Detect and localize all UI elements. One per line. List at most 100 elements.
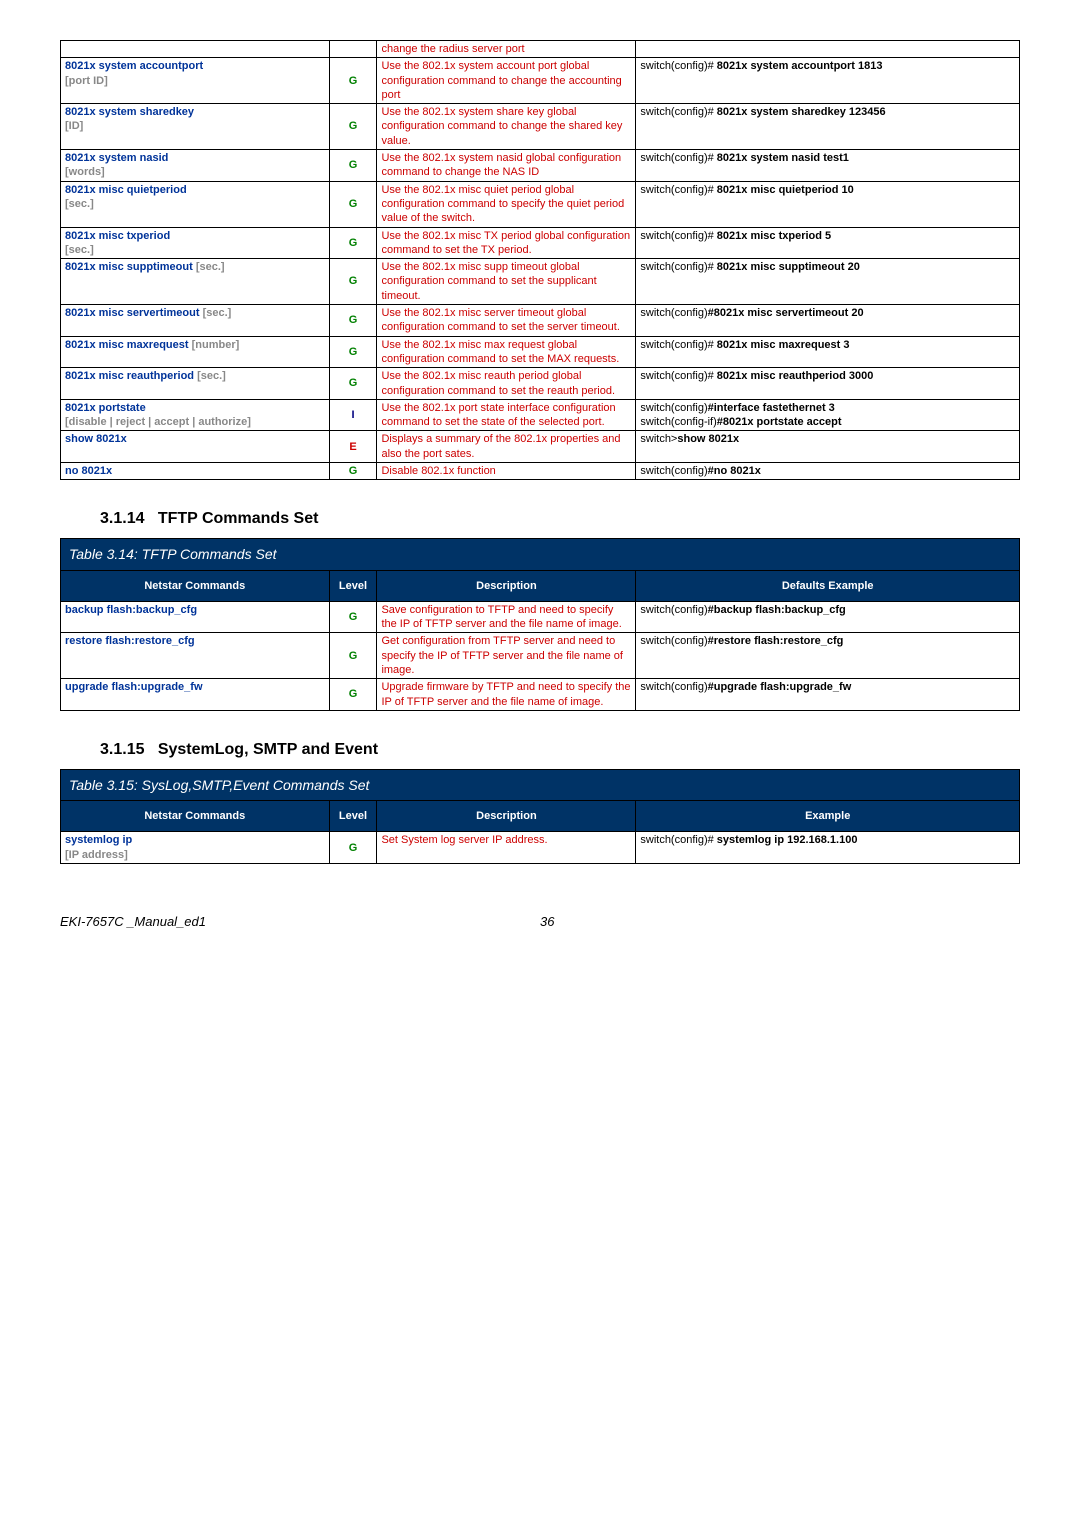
header-example: Example bbox=[636, 801, 1020, 832]
description-cell: Use the 802.1x system nasid global confi… bbox=[377, 150, 636, 182]
level-cell: G bbox=[329, 150, 377, 182]
section-14-heading: 3.1.14 TFTP Commands Set bbox=[100, 510, 1020, 528]
command-cell bbox=[61, 41, 330, 58]
header-level: Level bbox=[329, 801, 377, 832]
level-cell: I bbox=[329, 399, 377, 431]
command-cell: show 8021x bbox=[61, 431, 330, 463]
level-cell: G bbox=[329, 104, 377, 150]
example-cell: switch(config)# 8021x system nasid test1 bbox=[636, 150, 1020, 182]
example-cell: switch(config)# 8021x misc reauthperiod … bbox=[636, 368, 1020, 400]
table-syslog: Table 3.15: SysLog,SMTP,Event Commands S… bbox=[60, 769, 1020, 864]
command-cell: no 8021x bbox=[61, 463, 330, 480]
table-title: Table 3.15: SysLog,SMTP,Event Commands S… bbox=[61, 769, 1020, 800]
command-cell: upgrade flash:upgrade_fw bbox=[61, 679, 330, 711]
table-row: 8021x misc txperiod[sec.]GUse the 802.1x… bbox=[61, 227, 1020, 259]
level-cell: G bbox=[329, 463, 377, 480]
example-cell: switch(config)# 8021x misc quietperiod 1… bbox=[636, 181, 1020, 227]
example-cell: switch(config)#backup flash:backup_cfg bbox=[636, 601, 1020, 633]
command-cell: 8021x misc txperiod[sec.] bbox=[61, 227, 330, 259]
example-cell: switch(config)# systemlog ip 192.168.1.1… bbox=[636, 832, 1020, 864]
command-cell: backup flash:backup_cfg bbox=[61, 601, 330, 633]
example-cell: switch>show 8021x bbox=[636, 431, 1020, 463]
command-cell: 8021x system accountport[port ID] bbox=[61, 58, 330, 104]
table-title: Table 3.14: TFTP Commands Set bbox=[61, 539, 1020, 570]
table-row: show 8021xEDisplays a summary of the 802… bbox=[61, 431, 1020, 463]
description-cell: Save configuration to TFTP and need to s… bbox=[377, 601, 636, 633]
table-header-row: Netstar Commands Level Description Defau… bbox=[61, 570, 1020, 601]
example-cell: switch(config)# 8021x misc maxrequest 3 bbox=[636, 336, 1020, 368]
table-row: restore flash:restore_cfgGGet configurat… bbox=[61, 633, 1020, 679]
example-cell: switch(config)# 8021x misc supptimeout 2… bbox=[636, 259, 1020, 305]
table-tftp: Table 3.14: TFTP Commands Set Netstar Co… bbox=[60, 538, 1020, 711]
level-cell: G bbox=[329, 58, 377, 104]
table-row: upgrade flash:upgrade_fwGUpgrade firmwar… bbox=[61, 679, 1020, 711]
table-row: 8021x system accountport[port ID]GUse th… bbox=[61, 58, 1020, 104]
example-cell: switch(config)#no 8021x bbox=[636, 463, 1020, 480]
header-cmd: Netstar Commands bbox=[61, 801, 330, 832]
table-row: 8021x misc servertimeout [sec.]GUse the … bbox=[61, 305, 1020, 337]
table-row: 8021x system nasid[words]GUse the 802.1x… bbox=[61, 150, 1020, 182]
command-cell: systemlog ip[IP address] bbox=[61, 832, 330, 864]
header-level: Level bbox=[329, 570, 377, 601]
description-cell: Use the 802.1x system share key global c… bbox=[377, 104, 636, 150]
command-cell: 8021x portstate[disable | reject | accep… bbox=[61, 399, 330, 431]
example-cell: switch(config)#8021x misc servertimeout … bbox=[636, 305, 1020, 337]
header-desc: Description bbox=[377, 570, 636, 601]
description-cell: Use the 802.1x misc quiet period global … bbox=[377, 181, 636, 227]
description-cell: Set System log server IP address. bbox=[377, 832, 636, 864]
level-cell bbox=[329, 41, 377, 58]
command-cell: 8021x misc reauthperiod [sec.] bbox=[61, 368, 330, 400]
header-desc: Description bbox=[377, 801, 636, 832]
description-cell: Use the 802.1x misc server timeout globa… bbox=[377, 305, 636, 337]
description-cell: Use the 802.1x port state interface conf… bbox=[377, 399, 636, 431]
command-cell: 8021x misc maxrequest [number] bbox=[61, 336, 330, 368]
level-cell: G bbox=[329, 633, 377, 679]
footer-doc-title: EKI-7657C _Manual_ed1 bbox=[60, 914, 540, 929]
example-cell: switch(config)# 8021x misc txperiod 5 bbox=[636, 227, 1020, 259]
description-cell: Disable 802.1x function bbox=[377, 463, 636, 480]
example-cell: switch(config)# 8021x system sharedkey 1… bbox=[636, 104, 1020, 150]
table-row: systemlog ip[IP address]GSet System log … bbox=[61, 832, 1020, 864]
example-cell: switch(config)#restore flash:restore_cfg bbox=[636, 633, 1020, 679]
example-cell: switch(config)#interface fastethernet 3s… bbox=[636, 399, 1020, 431]
table-row: backup flash:backup_cfgGSave configurati… bbox=[61, 601, 1020, 633]
description-cell: Get configuration from TFTP server and n… bbox=[377, 633, 636, 679]
description-cell: Use the 802.1x misc max request global c… bbox=[377, 336, 636, 368]
command-cell: restore flash:restore_cfg bbox=[61, 633, 330, 679]
description-cell: Use the 802.1x misc TX period global con… bbox=[377, 227, 636, 259]
level-cell: G bbox=[329, 832, 377, 864]
command-cell: 8021x system sharedkey[ID] bbox=[61, 104, 330, 150]
table-row: 8021x misc reauthperiod [sec.]GUse the 8… bbox=[61, 368, 1020, 400]
description-cell: change the radius server port bbox=[377, 41, 636, 58]
example-cell: switch(config)#upgrade flash:upgrade_fw bbox=[636, 679, 1020, 711]
table-row: 8021x misc maxrequest [number]GUse the 8… bbox=[61, 336, 1020, 368]
command-cell: 8021x system nasid[words] bbox=[61, 150, 330, 182]
level-cell: G bbox=[329, 601, 377, 633]
description-cell: Use the 802.1x misc supp timeout global … bbox=[377, 259, 636, 305]
table-header-row: Netstar Commands Level Description Examp… bbox=[61, 801, 1020, 832]
table-row: 8021x misc supptimeout [sec.]GUse the 80… bbox=[61, 259, 1020, 305]
description-cell: Use the 802.1x misc reauth period global… bbox=[377, 368, 636, 400]
level-cell: G bbox=[329, 336, 377, 368]
header-example: Defaults Example bbox=[636, 570, 1020, 601]
table-row: 8021x system sharedkey[ID]GUse the 802.1… bbox=[61, 104, 1020, 150]
level-cell: G bbox=[329, 368, 377, 400]
example-cell: switch(config)# 8021x system accountport… bbox=[636, 58, 1020, 104]
command-cell: 8021x misc quietperiod [sec.] bbox=[61, 181, 330, 227]
section-15-heading: 3.1.15 SystemLog, SMTP and Event bbox=[100, 741, 1020, 759]
description-cell: Upgrade firmware by TFTP and need to spe… bbox=[377, 679, 636, 711]
table-8021x: change the radius server port8021x syste… bbox=[60, 40, 1020, 480]
level-cell: G bbox=[329, 679, 377, 711]
description-cell: Use the 802.1x system account port globa… bbox=[377, 58, 636, 104]
footer-page-number: 36 bbox=[540, 914, 554, 929]
table-row: 8021x portstate[disable | reject | accep… bbox=[61, 399, 1020, 431]
header-cmd: Netstar Commands bbox=[61, 570, 330, 601]
page-footer: EKI-7657C _Manual_ed1 36 bbox=[60, 914, 1020, 929]
table-row: change the radius server port bbox=[61, 41, 1020, 58]
level-cell: G bbox=[329, 227, 377, 259]
command-cell: 8021x misc supptimeout [sec.] bbox=[61, 259, 330, 305]
example-cell bbox=[636, 41, 1020, 58]
command-cell: 8021x misc servertimeout [sec.] bbox=[61, 305, 330, 337]
level-cell: G bbox=[329, 305, 377, 337]
description-cell: Displays a summary of the 802.1x propert… bbox=[377, 431, 636, 463]
